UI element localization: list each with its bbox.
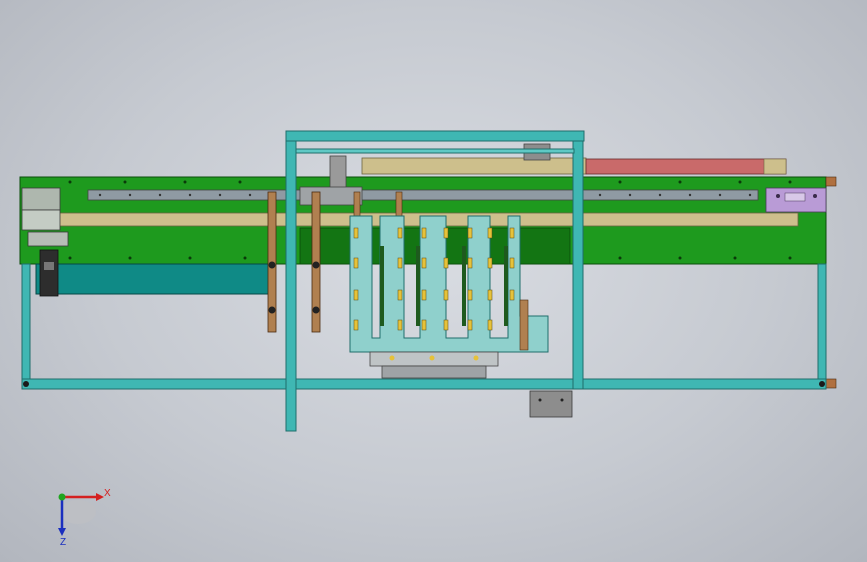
x-axis-label: X bbox=[104, 488, 111, 499]
z-axis-label: Z bbox=[60, 537, 66, 548]
teal-motor-block[interactable] bbox=[35, 263, 273, 295]
cad-viewport[interactable]: X Z bbox=[0, 0, 867, 562]
coordinate-triad: X Z bbox=[58, 488, 111, 548]
machine-assembly[interactable] bbox=[19, 130, 837, 432]
gripper-base[interactable] bbox=[369, 351, 499, 379]
upper-pink-beam[interactable] bbox=[585, 158, 787, 175]
bronze-arm-left[interactable] bbox=[267, 191, 277, 333]
bronze-arm-middle[interactable] bbox=[311, 191, 321, 333]
carriage-plate[interactable] bbox=[299, 186, 363, 206]
x-axis-arrowhead-icon bbox=[96, 493, 104, 501]
linear-guide-rail[interactable] bbox=[87, 189, 759, 201]
triad-shadow bbox=[60, 500, 96, 524]
z-axis-arrowhead-icon bbox=[58, 528, 66, 536]
y-axis-origin-icon bbox=[58, 493, 66, 501]
upper-wood-beam[interactable] bbox=[361, 157, 587, 175]
control-box[interactable] bbox=[529, 390, 573, 418]
beam-end-cap bbox=[763, 158, 787, 175]
